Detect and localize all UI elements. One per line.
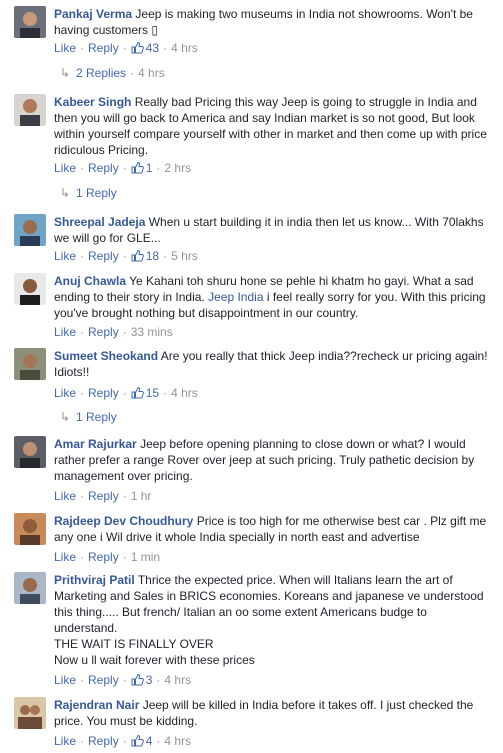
like-count[interactable]: 3	[131, 673, 152, 690]
reply-button[interactable]: Reply	[88, 41, 119, 55]
comment-author[interactable]: Anuj Chawla	[54, 274, 126, 288]
like-button[interactable]: Like	[54, 161, 76, 175]
avatar[interactable]	[14, 348, 46, 380]
like-button[interactable]: Like	[54, 325, 76, 339]
avatar[interactable]	[14, 273, 46, 305]
like-count[interactable]: 15	[131, 386, 159, 400]
timestamp[interactable]: 4 hrs	[171, 41, 198, 55]
timestamp[interactable]: 4 hrs	[164, 734, 191, 748]
reply-button[interactable]: Reply	[88, 325, 119, 339]
like-count[interactable]: 4	[131, 734, 152, 751]
comment-author[interactable]: Amar Rajurkar	[54, 437, 137, 451]
timestamp[interactable]: 5 hrs	[171, 249, 198, 263]
like-button[interactable]: Like	[54, 41, 76, 55]
comment-author[interactable]: Rajendran Nair	[54, 698, 139, 712]
view-replies-link[interactable]: ↳ 2 Replies · 4 hrs	[60, 65, 165, 81]
timestamp[interactable]: 1 hr	[131, 489, 152, 503]
page-mention-link[interactable]: Jeep India	[208, 290, 263, 304]
reply-button[interactable]: Reply	[88, 489, 119, 503]
reply-button[interactable]: Reply	[88, 734, 119, 748]
comment-actions: Like · Reply · 43 · 4 hrs	[54, 40, 198, 56]
comment-author[interactable]: Kabeer Singh	[54, 95, 131, 109]
timestamp[interactable]: 4 hrs	[171, 386, 198, 400]
thumbs-up-icon	[131, 41, 144, 58]
reply-arrow-icon: ↳	[60, 66, 71, 80]
comment-text: THE WAIT IS FINALLY OVER	[54, 637, 214, 651]
comment-body: Kabeer Singh Really bad Pricing this way…	[54, 94, 491, 158]
like-button[interactable]: Like	[54, 386, 76, 400]
comment-body: Amar Rajurkar Jeep before opening planni…	[54, 436, 491, 484]
comment-body: Sumeet Sheokand Are you really that thic…	[54, 348, 491, 380]
comment-author[interactable]: Rajdeep Dev Choudhury	[54, 514, 193, 528]
like-count[interactable]: 1	[131, 161, 152, 178]
reply-button[interactable]: Reply	[88, 386, 119, 400]
like-button[interactable]: Like	[54, 249, 76, 263]
comment-actions: Like · Reply · 1 · 2 hrs	[54, 160, 191, 176]
comment-actions: Like · Reply · 33 mins	[54, 325, 173, 339]
comment-actions: Like · Reply · 15 · 4 hrs	[54, 385, 198, 401]
comment-body: Pankaj Verma Jeep is making two museums …	[54, 6, 491, 38]
avatar[interactable]	[14, 513, 46, 545]
comment-actions: Like · Reply · 18 · 5 hrs	[54, 248, 198, 264]
comment-author[interactable]: Pankaj Verma	[54, 7, 132, 21]
view-replies-link[interactable]: ↳ 1 Reply	[60, 409, 117, 425]
comment-author[interactable]: Shreepal Jadeja	[54, 215, 145, 229]
avatar[interactable]	[14, 6, 46, 38]
comment-actions: Like · Reply · 1 hr	[54, 489, 152, 503]
comment-author[interactable]: Sumeet Sheokand	[54, 349, 158, 363]
reply-button[interactable]: Reply	[88, 550, 119, 564]
comment-body: Shreepal Jadeja When u start building it…	[54, 214, 491, 246]
comment-actions: Like · Reply · 4 · 4 hrs	[54, 733, 191, 749]
timestamp[interactable]: 1 min	[131, 550, 160, 564]
unknown-glyph: ▯	[151, 23, 158, 37]
avatar[interactable]	[14, 214, 46, 246]
thumbs-up-icon	[131, 249, 144, 266]
thumbs-up-icon	[131, 161, 144, 178]
comment-text: Now u ll wait forever with these prices	[54, 653, 255, 667]
reply-button[interactable]: Reply	[88, 161, 119, 175]
reply-arrow-icon: ↳	[60, 186, 71, 200]
avatar[interactable]	[14, 572, 46, 604]
view-replies-link[interactable]: ↳ 1 Reply	[60, 185, 117, 201]
thumbs-up-icon	[131, 386, 144, 403]
comment-actions: Like · Reply · 1 min	[54, 550, 161, 564]
avatar[interactable]	[14, 94, 46, 126]
thumbs-up-icon	[131, 673, 144, 690]
like-button[interactable]: Like	[54, 673, 76, 687]
timestamp: 4 hrs	[138, 66, 165, 80]
avatar[interactable]	[14, 436, 46, 468]
comment-body: Rajdeep Dev Choudhury Price is too high …	[54, 513, 491, 545]
comment-body: Anuj Chawla Ye Kahani toh shuru hone se …	[54, 273, 491, 321]
comment-body: Prithviraj Patil Thrice the expected pri…	[54, 572, 491, 668]
avatar[interactable]	[14, 697, 46, 729]
like-button[interactable]: Like	[54, 734, 76, 748]
reply-button[interactable]: Reply	[88, 249, 119, 263]
comment-body: Rajendran Nair Jeep will be killed in In…	[54, 697, 491, 729]
thumbs-up-icon	[131, 734, 144, 751]
reply-arrow-icon: ↳	[60, 410, 71, 424]
reply-button[interactable]: Reply	[88, 673, 119, 687]
timestamp[interactable]: 4 hrs	[164, 673, 191, 687]
like-button[interactable]: Like	[54, 550, 76, 564]
comment-author[interactable]: Prithviraj Patil	[54, 573, 135, 587]
like-count[interactable]: 43	[131, 41, 159, 55]
like-count[interactable]: 18	[131, 249, 159, 263]
like-button[interactable]: Like	[54, 489, 76, 503]
comment-actions: Like · Reply · 3 · 4 hrs	[54, 672, 191, 688]
timestamp[interactable]: 2 hrs	[164, 161, 191, 175]
timestamp[interactable]: 33 mins	[131, 325, 173, 339]
